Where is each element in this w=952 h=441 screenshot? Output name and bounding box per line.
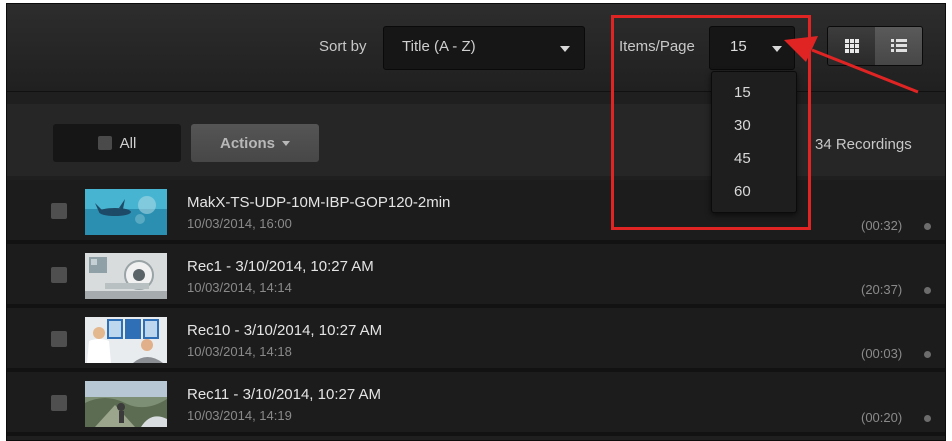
actions-label: Actions	[219, 134, 275, 152]
recording-thumbnail[interactable]	[85, 253, 167, 299]
list-item[interactable]: Rec1 - 3/10/2014, 10:27 AM 10/03/2014, 1…	[7, 244, 945, 308]
recording-thumbnail[interactable]	[85, 381, 167, 427]
recording-date: 10/03/2014, 14:19	[187, 408, 292, 423]
row-checkbox[interactable]	[51, 267, 67, 283]
actions-button[interactable]: Actions	[191, 124, 319, 162]
grid-view-icon	[844, 39, 859, 53]
sort-select[interactable]: Title (A - Z)	[383, 26, 585, 70]
sort-by-label: Sort by	[319, 38, 367, 55]
recording-title[interactable]: MakX-TS-UDP-10M-IBP-GOP120-2min	[187, 194, 450, 211]
row-checkbox[interactable]	[51, 395, 67, 411]
recording-duration: (00:20)	[861, 410, 903, 425]
select-all-checkbox[interactable]	[97, 136, 112, 150]
recording-duration: (00:03)	[861, 346, 903, 361]
recording-date: 10/03/2014, 16:00	[187, 216, 292, 231]
list-view-icon	[890, 39, 907, 52]
recording-thumbnail[interactable]	[85, 317, 167, 363]
status-dot-icon	[924, 415, 931, 422]
recording-duration: (20:37)	[861, 282, 903, 297]
select-all-button[interactable]: All	[53, 124, 181, 162]
status-dot-icon	[924, 351, 931, 358]
recording-title[interactable]: Rec1 - 3/10/2014, 10:27 AM	[187, 258, 374, 275]
recording-date: 10/03/2014, 14:18	[187, 344, 292, 359]
grid-view-button[interactable]	[828, 27, 875, 65]
recording-title[interactable]: Rec10 - 3/10/2014, 10:27 AM	[187, 322, 382, 339]
status-dot-icon	[924, 287, 931, 294]
highlight-box	[611, 15, 811, 230]
recording-date: 10/03/2014, 14:14	[187, 280, 292, 295]
row-checkbox[interactable]	[51, 203, 67, 219]
status-dot-icon	[924, 223, 931, 230]
row-checkbox[interactable]	[51, 331, 67, 347]
list-item[interactable]: Rec10 - 3/10/2014, 10:27 AM 10/03/2014, …	[7, 308, 945, 372]
recording-duration: (00:32)	[861, 218, 903, 233]
media-library-panel: Sort by Title (A - Z) Items/Page 15 All …	[6, 3, 946, 441]
view-toggle	[827, 26, 923, 66]
select-all-label: All	[119, 134, 137, 152]
recording-thumbnail[interactable]	[85, 189, 167, 235]
chevron-down-icon	[282, 140, 290, 146]
sort-select-value: Title (A - Z)	[402, 38, 476, 55]
list-view-button[interactable]	[875, 27, 922, 65]
recordings-count: 34 Recordings	[815, 136, 912, 153]
list-item[interactable]: Rec11 - 3/10/2014, 10:27 AM 10/03/2014, …	[7, 372, 945, 436]
recording-title[interactable]: Rec11 - 3/10/2014, 10:27 AM	[187, 386, 381, 403]
chevron-down-icon	[560, 46, 570, 52]
